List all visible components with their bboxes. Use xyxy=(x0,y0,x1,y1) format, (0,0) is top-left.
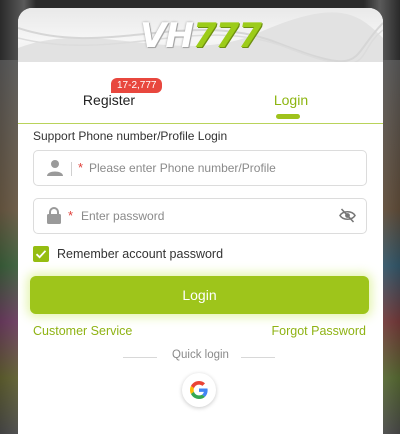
background-right-strip xyxy=(380,60,400,434)
checkmark-icon[interactable] xyxy=(33,246,49,262)
logo-prefix: VH xyxy=(140,16,194,56)
tabs-divider xyxy=(18,123,383,124)
login-modal: VH777 17-2,777 Register Login Support Ph… xyxy=(18,8,383,434)
google-icon xyxy=(190,381,208,399)
required-mark: * xyxy=(68,208,74,223)
active-tab-indicator xyxy=(276,114,300,119)
input-separator xyxy=(71,162,72,176)
password-input-box: * xyxy=(33,198,367,234)
auth-tabs: 17-2,777 Register Login xyxy=(18,70,383,122)
background-left-strip xyxy=(0,60,20,434)
forgot-password-link[interactable]: Forgot Password xyxy=(272,324,366,338)
brand-logo: VH777 xyxy=(18,18,383,54)
quick-login-divider: Quick login xyxy=(18,349,383,365)
login-button[interactable]: Login xyxy=(30,276,369,314)
tab-register-label: Register xyxy=(82,92,136,108)
remember-password-label: Remember account password xyxy=(57,247,224,261)
tab-register[interactable]: 17-2,777 Register xyxy=(18,70,200,122)
divider-line-right xyxy=(241,357,275,358)
password-input[interactable] xyxy=(81,206,311,226)
register-bonus-badge: 17-2,777 xyxy=(111,78,163,93)
tab-login-label: Login xyxy=(273,92,309,108)
tab-login[interactable]: Login xyxy=(200,70,382,122)
lock-icon xyxy=(47,207,61,229)
user-icon xyxy=(47,159,63,181)
logo-suffix: 777 xyxy=(192,16,262,56)
phone-input[interactable] xyxy=(89,158,319,178)
phone-input-box: * xyxy=(33,150,367,186)
google-login-button[interactable] xyxy=(182,373,216,407)
brand-banner: VH777 xyxy=(18,8,383,62)
phone-field-label: Support Phone number/Profile Login xyxy=(33,129,228,143)
quick-login-label: Quick login xyxy=(172,349,229,361)
customer-service-link[interactable]: Customer Service xyxy=(33,324,132,338)
required-mark: * xyxy=(78,160,84,175)
eye-off-icon[interactable] xyxy=(339,208,356,228)
